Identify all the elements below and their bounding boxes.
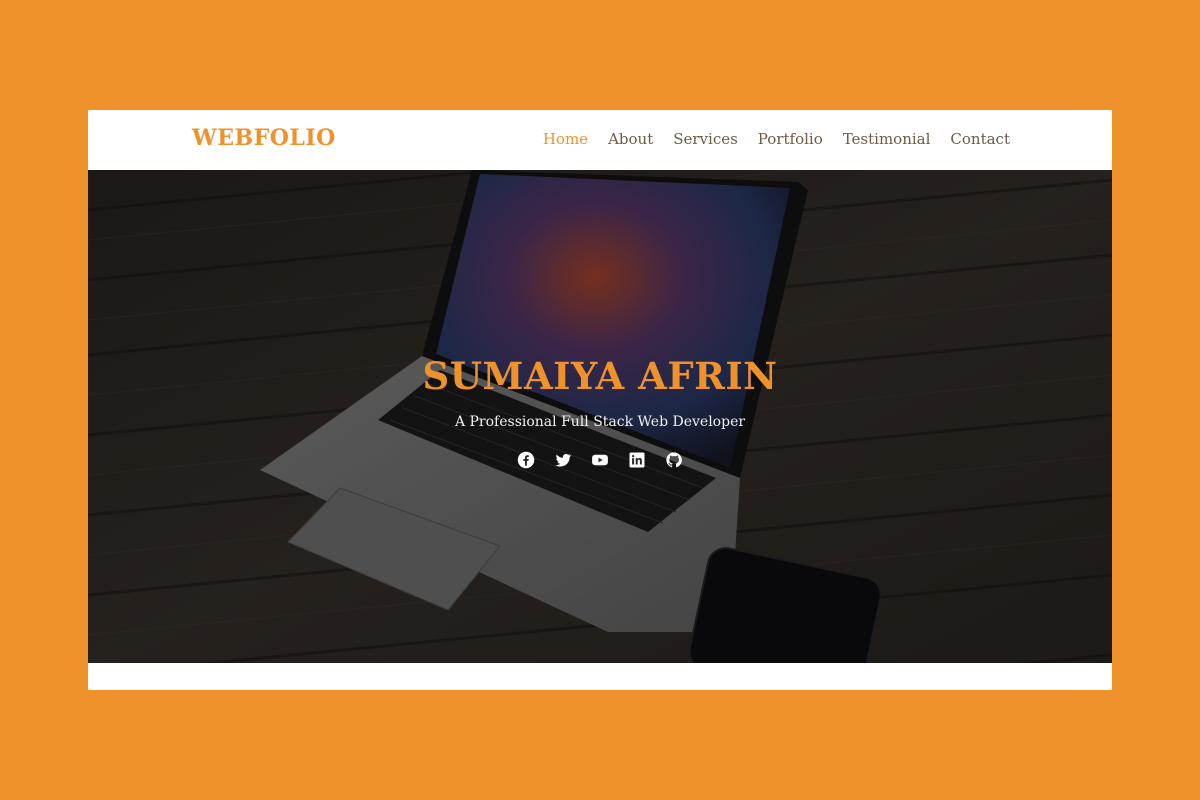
social-links bbox=[88, 451, 1112, 469]
page-frame: WEBFOLIO Home About Services Portfolio T… bbox=[88, 110, 1112, 690]
nav-link-about[interactable]: About bbox=[608, 130, 653, 148]
linkedin-icon[interactable] bbox=[628, 451, 646, 469]
youtube-icon[interactable] bbox=[591, 451, 609, 469]
hero-title: SUMAIYA AFRIN bbox=[422, 354, 778, 398]
facebook-icon[interactable] bbox=[517, 451, 535, 469]
site-logo[interactable]: WEBFOLIO bbox=[192, 125, 336, 151]
twitter-icon[interactable] bbox=[554, 451, 572, 469]
nav-link-contact[interactable]: Contact bbox=[950, 130, 1010, 148]
nav-link-testimonial[interactable]: Testimonial bbox=[843, 130, 931, 148]
bottom-strip bbox=[88, 663, 1112, 690]
nav-link-portfolio[interactable]: Portfolio bbox=[758, 130, 823, 148]
nav-links: Home About Services Portfolio Testimonia… bbox=[543, 130, 1010, 148]
nav-link-home[interactable]: Home bbox=[543, 130, 588, 148]
hero-subtitle: A Professional Full Stack Web Developer bbox=[454, 414, 746, 430]
hero-content: SUMAIYA AFRIN A Professional Full Stack … bbox=[88, 353, 1112, 469]
hero-section: SUMAIYA AFRIN A Professional Full Stack … bbox=[88, 170, 1112, 663]
navbar: WEBFOLIO Home About Services Portfolio T… bbox=[88, 110, 1112, 170]
nav-link-services[interactable]: Services bbox=[673, 130, 738, 148]
github-icon[interactable] bbox=[665, 451, 683, 469]
